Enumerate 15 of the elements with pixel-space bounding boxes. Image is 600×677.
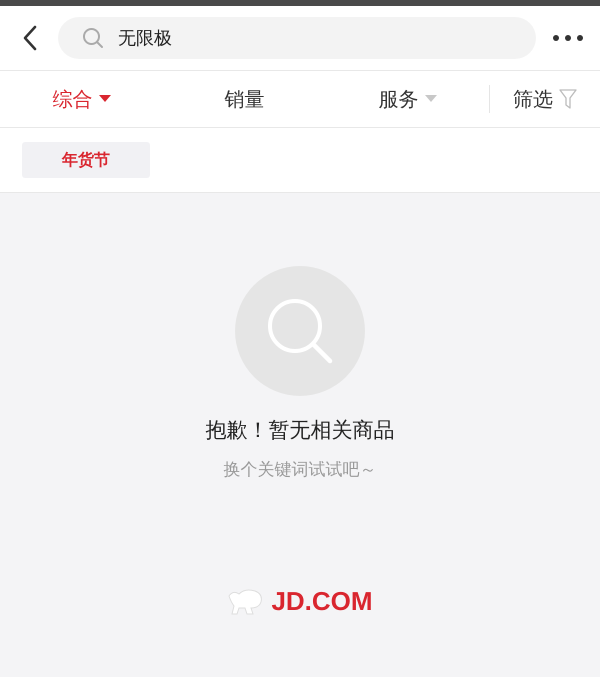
sort-tab[interactable]: 销量 bbox=[163, 84, 326, 114]
sort-tab[interactable]: 综合 bbox=[0, 84, 163, 114]
sort-tab[interactable]: 筛选 bbox=[490, 84, 600, 114]
search-field[interactable]: 无限极 bbox=[58, 17, 536, 59]
empty-title: 抱歉！暂无相关商品 bbox=[206, 417, 394, 444]
search-icon bbox=[235, 266, 365, 396]
caret-icon bbox=[98, 95, 110, 103]
more-icon[interactable] bbox=[552, 34, 584, 42]
caret-icon bbox=[424, 95, 436, 103]
sort-tab[interactable]: 服务 bbox=[326, 84, 489, 114]
empty-hint: 换个关键词试试吧～ bbox=[224, 459, 376, 481]
logo-text: JD.COM bbox=[271, 586, 373, 617]
promo-tag[interactable]: 年货节 bbox=[22, 142, 150, 178]
filter-icon bbox=[559, 89, 577, 109]
search-icon bbox=[82, 27, 104, 49]
